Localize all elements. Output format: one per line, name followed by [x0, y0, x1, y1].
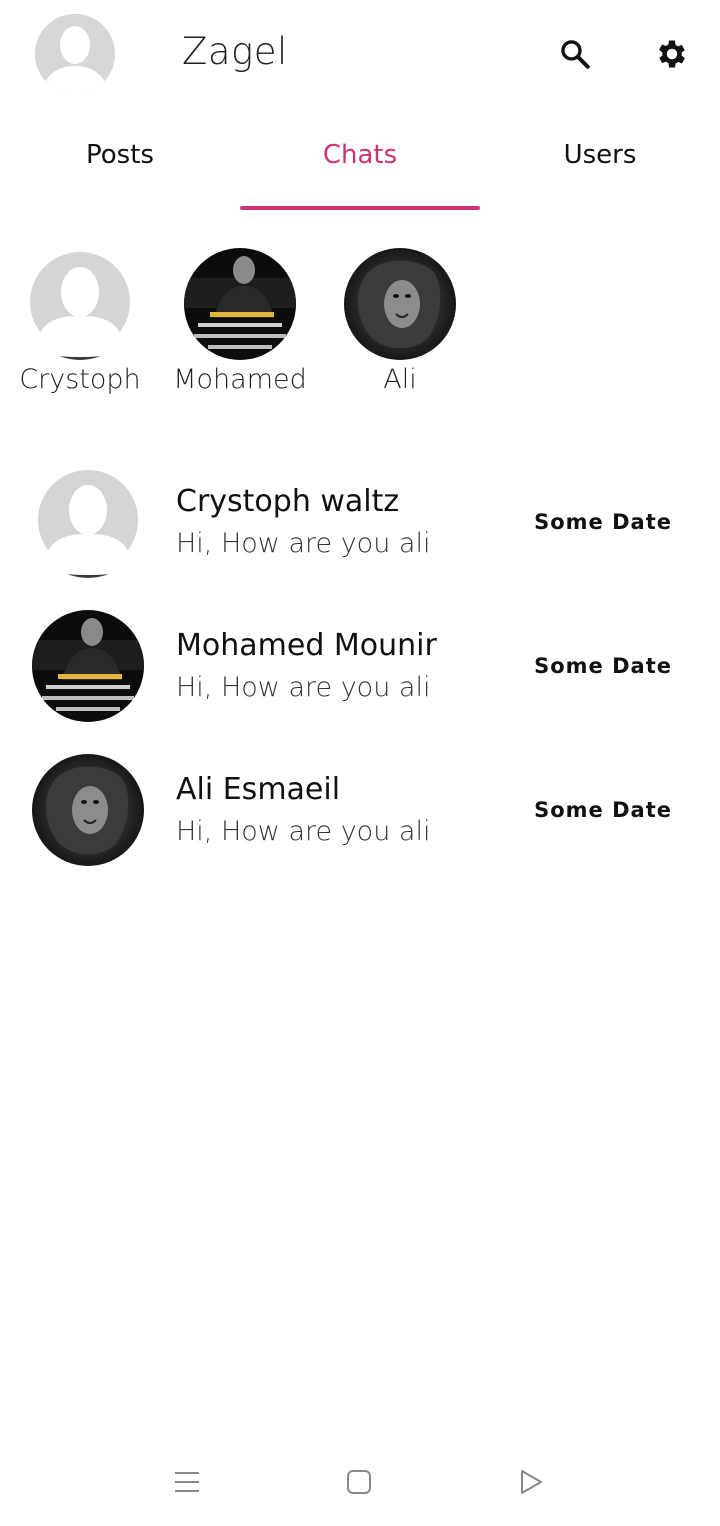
tab-chats[interactable]: Chats	[240, 118, 480, 210]
app-screen: Zagel Posts Chats Users Crystoph Mohamed…	[0, 0, 720, 1526]
story-avatar	[344, 248, 456, 360]
chat-list-item[interactable]: Ali Esmaeil Hi, How are you ali Some Dat…	[0, 754, 720, 898]
story-item[interactable]: Crystoph	[0, 248, 160, 395]
active-tab-indicator	[240, 206, 480, 210]
chat-last-message: Hi, How are you ali	[176, 672, 431, 703]
tab-posts[interactable]: Posts	[0, 118, 240, 210]
chat-title: Ali Esmaeil	[176, 772, 341, 807]
lion-photo-avatar-icon	[32, 754, 144, 866]
chat-date: Some Date	[534, 510, 672, 534]
system-nav-bar	[0, 1450, 720, 1514]
default-avatar-icon	[32, 466, 144, 578]
chat-avatar	[32, 610, 144, 722]
tab-bar: Posts Chats Users	[0, 118, 720, 210]
settings-button[interactable]	[650, 32, 694, 76]
tab-chats-label: Chats	[322, 140, 398, 170]
story-name: Ali	[383, 364, 417, 395]
lion-photo-avatar-icon	[344, 248, 456, 360]
man-photo-avatar-icon	[184, 248, 296, 360]
chat-list-item[interactable]: Crystoph waltz Hi, How are you ali Some …	[0, 466, 720, 610]
nav-menu-button[interactable]	[167, 1464, 207, 1500]
tab-users[interactable]: Users	[480, 118, 720, 210]
app-header: Zagel	[0, 0, 720, 110]
story-avatar	[184, 248, 296, 360]
tab-posts-label: Posts	[86, 140, 154, 170]
chat-date: Some Date	[534, 654, 672, 678]
story-name: Mohamed	[173, 364, 307, 395]
profile-avatar[interactable]	[35, 14, 115, 94]
story-name: Crystoph	[19, 364, 141, 395]
tab-users-label: Users	[563, 140, 637, 170]
man-photo-avatar-icon	[32, 610, 144, 722]
story-avatar	[24, 248, 136, 360]
chat-avatar	[32, 754, 144, 866]
chat-list: Crystoph waltz Hi, How are you ali Some …	[0, 466, 720, 898]
chat-date: Some Date	[534, 798, 672, 822]
chat-title: Mohamed Mounir	[176, 628, 437, 663]
menu-icon	[175, 1472, 199, 1492]
nav-home-button[interactable]	[339, 1464, 379, 1500]
search-button[interactable]	[553, 32, 597, 76]
gear-icon	[659, 40, 685, 68]
chat-title: Crystoph waltz	[176, 484, 400, 519]
online-users-row: Crystoph Mohamed Ali	[0, 248, 720, 408]
back-triangle-icon	[521, 1470, 542, 1494]
app-title: Zagel	[182, 30, 288, 73]
chat-last-message: Hi, How are you ali	[176, 528, 431, 559]
chat-avatar	[32, 466, 144, 578]
search-icon	[561, 40, 590, 69]
nav-back-button[interactable]	[511, 1464, 551, 1500]
default-avatar-icon	[35, 14, 115, 94]
default-avatar-icon	[24, 248, 136, 360]
story-item[interactable]: Mohamed	[160, 248, 320, 395]
chat-list-item[interactable]: Mohamed Mounir Hi, How are you ali Some …	[0, 610, 720, 754]
home-square-icon	[347, 1470, 371, 1494]
story-item[interactable]: Ali	[320, 248, 480, 395]
chat-last-message: Hi, How are you ali	[176, 816, 431, 847]
